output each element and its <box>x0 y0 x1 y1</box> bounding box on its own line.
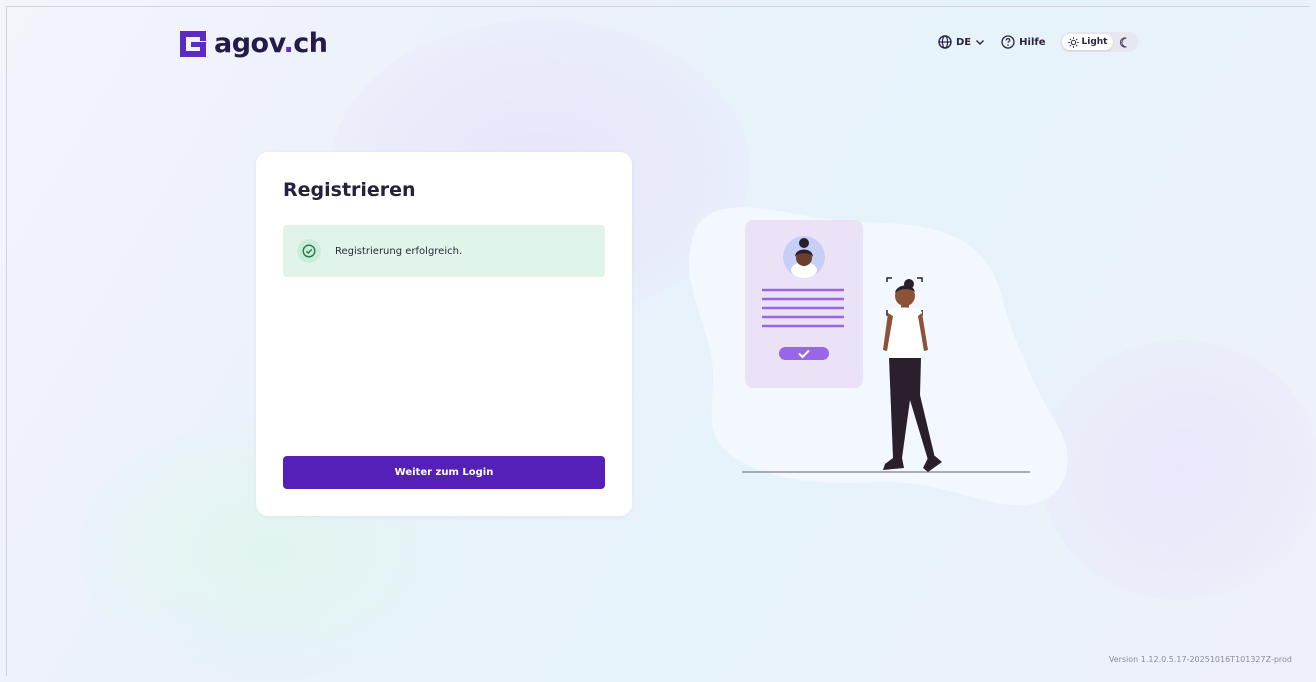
check-circle-icon <box>302 244 316 258</box>
chevron-down-icon <box>976 40 985 45</box>
alert-message: Registrierung erfolgreich. <box>335 245 463 257</box>
theme-light-label: Light <box>1081 37 1108 47</box>
theme-dark-button[interactable] <box>1113 34 1136 50</box>
alert-icon-container <box>297 239 321 263</box>
success-alert: Registrierung erfolgreich. <box>283 225 605 277</box>
sun-icon <box>1067 36 1079 48</box>
logo-text: agov.ch <box>214 28 328 59</box>
help-link[interactable]: Hilfe <box>1001 35 1046 49</box>
top-navigation: DE Hilfe Light <box>938 32 1139 52</box>
theme-light-button[interactable]: Light <box>1061 34 1114 50</box>
page-title: Registrieren <box>283 179 416 201</box>
help-circle-icon <box>1001 35 1015 49</box>
registration-illustration <box>689 207 1068 506</box>
agov-logo-icon <box>180 30 206 57</box>
language-selector[interactable]: DE <box>938 35 985 49</box>
theme-toggle: Light <box>1059 32 1139 52</box>
registration-card: Registrieren Registrierung erfolgreich. … <box>256 152 632 516</box>
background-glow <box>1040 340 1316 600</box>
globe-icon <box>938 35 952 49</box>
version-label: Version 1.12.0.5.17-20251016T101327Z-pro… <box>1108 655 1292 664</box>
moon-icon <box>1120 36 1127 48</box>
help-label: Hilfe <box>1019 36 1046 48</box>
continue-to-login-button[interactable]: Weiter zum Login <box>283 456 605 489</box>
site-logo[interactable]: agov.ch <box>180 28 328 59</box>
language-label: DE <box>956 36 972 48</box>
